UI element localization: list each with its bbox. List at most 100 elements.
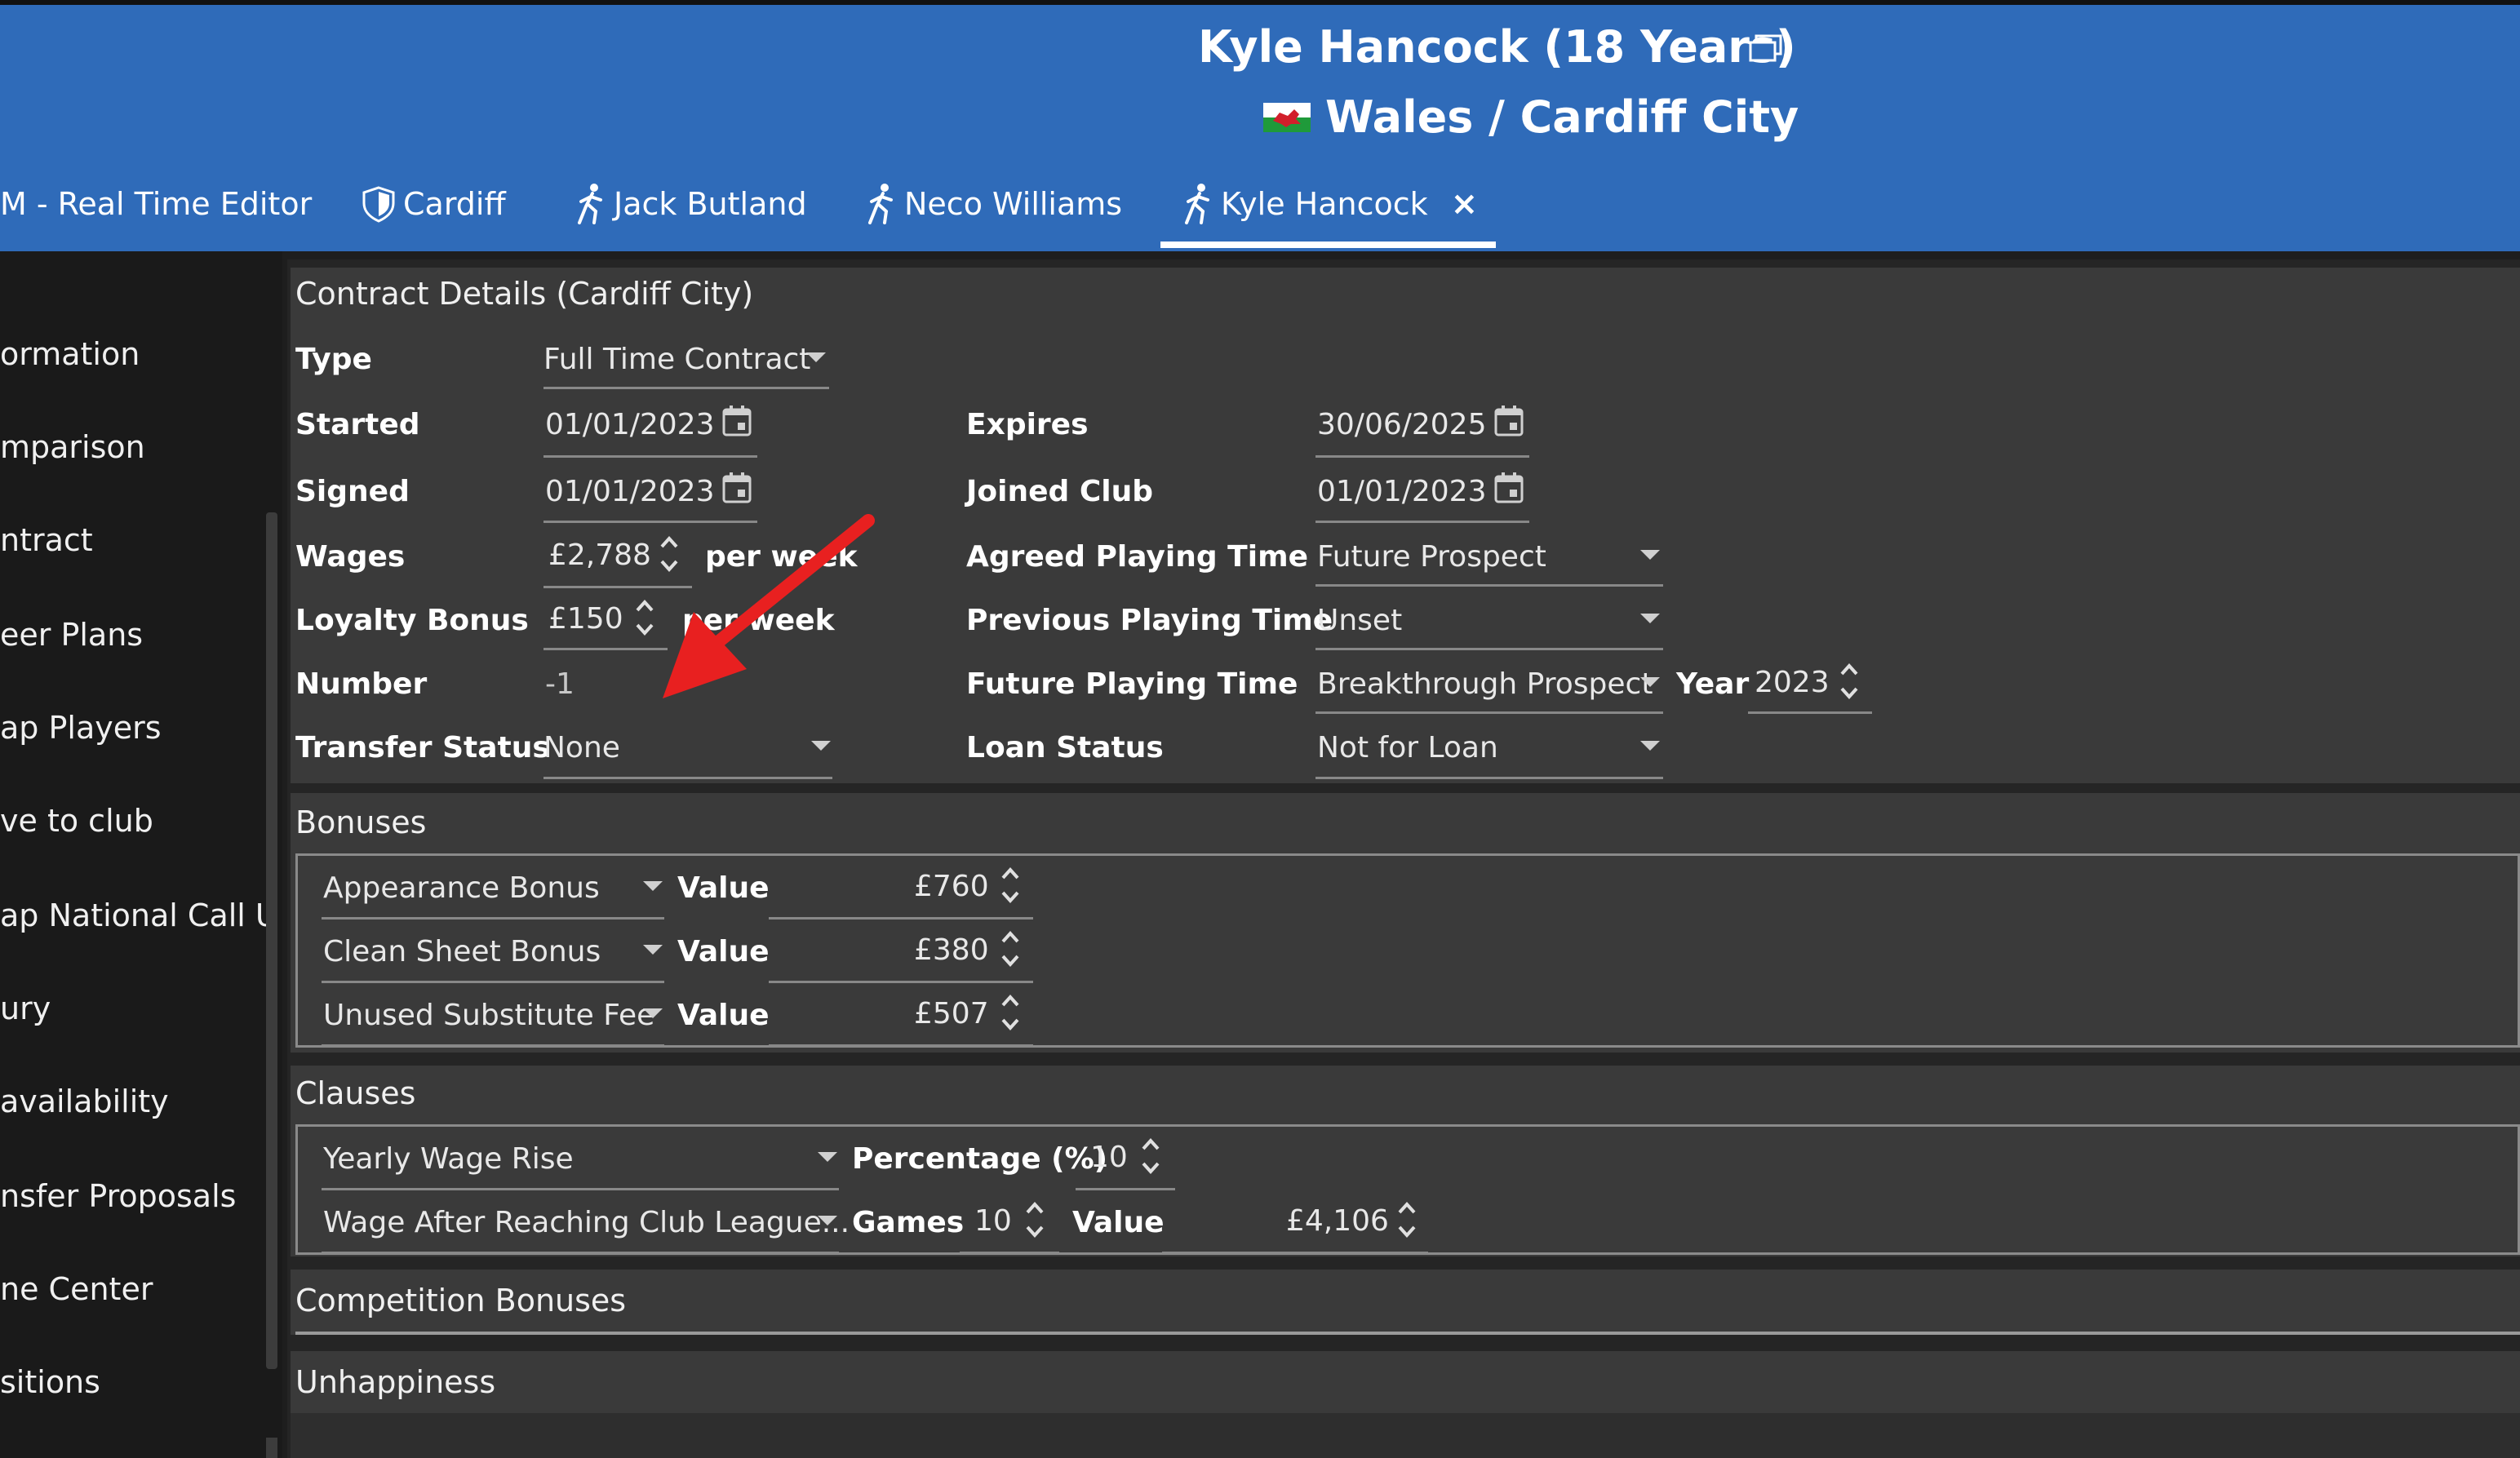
bonus-value-underline bbox=[769, 1044, 1033, 1047]
sidebar-item-injury[interactable]: ury bbox=[0, 990, 269, 1026]
calendar-icon[interactable] bbox=[1493, 472, 1524, 504]
expires-date-field[interactable]: 30/06/2025 bbox=[1317, 408, 1487, 441]
clause-type-underline bbox=[322, 1252, 839, 1254]
tab-label: Neco Williams bbox=[904, 186, 1123, 222]
chevron-down-icon[interactable] bbox=[818, 1216, 837, 1225]
calendar-icon[interactable] bbox=[721, 405, 752, 437]
sidebar-item-comparison[interactable]: mparison bbox=[0, 429, 269, 465]
sidebar-item-information[interactable]: ormation bbox=[0, 336, 269, 372]
running-player-icon bbox=[1185, 184, 1209, 224]
sidebar-item-move-to-club[interactable]: ve to club bbox=[0, 803, 269, 839]
sidebar-item-availability[interactable]: availability bbox=[0, 1084, 269, 1119]
close-tab-icon[interactable]: × bbox=[1451, 185, 1479, 223]
transfer-status-select[interactable]: None bbox=[543, 731, 620, 764]
sidebar-scrollbar[interactable] bbox=[266, 512, 277, 1369]
clause-value-label: Value bbox=[1072, 1206, 1165, 1239]
unhappiness-body bbox=[291, 1413, 2520, 1458]
year-input[interactable]: 2023 bbox=[1755, 666, 1830, 699]
calendar-icon[interactable] bbox=[1493, 405, 1524, 437]
page-title: Kyle Hancock (18 Years) bbox=[1198, 21, 1796, 73]
expires-underline bbox=[1315, 455, 1529, 458]
tab-neco-williams[interactable]: Neco Williams bbox=[862, 165, 1122, 243]
tab-cardiff[interactable]: Cardiff bbox=[361, 165, 506, 243]
clause-type-select[interactable]: Yearly Wage Rise bbox=[323, 1142, 574, 1176]
year-underline bbox=[1748, 711, 1872, 714]
loan-status-select[interactable]: Not for Loan bbox=[1317, 731, 1498, 764]
signed-date-field[interactable]: 01/01/2023 bbox=[545, 475, 715, 508]
joined-club-label: Joined Club bbox=[966, 475, 1153, 508]
percentage-label: Percentage (%) bbox=[852, 1142, 1108, 1176]
wales-flag-icon bbox=[1263, 102, 1311, 132]
games-label: Games bbox=[852, 1206, 965, 1239]
sidebar-item-phone-center[interactable]: ne Center bbox=[0, 1271, 269, 1307]
nation-club-subtitle: Wales / Cardiff City bbox=[1263, 91, 1799, 143]
bonus-value-underline bbox=[769, 981, 1033, 983]
percentage-input[interactable]: 10 bbox=[1090, 1141, 1128, 1174]
chevron-down-icon[interactable] bbox=[1640, 677, 1660, 687]
bonus-value-input[interactable]: £507 bbox=[914, 997, 989, 1030]
sidebar-item-swap-players[interactable]: ap Players bbox=[0, 710, 269, 746]
percentage-stepper-icon[interactable] bbox=[1139, 1132, 1162, 1180]
tab-real-time-editor[interactable]: M - Real Time Editor bbox=[0, 165, 312, 243]
previous-playing-time-select[interactable]: Unset bbox=[1317, 604, 1402, 637]
chevron-down-icon[interactable] bbox=[818, 1152, 837, 1162]
sidebar-item-national-call-up[interactable]: ap National Call Up bbox=[0, 897, 269, 933]
sidebar-scrollbar-bottom[interactable] bbox=[266, 1438, 277, 1458]
bonuses-title: Bonuses bbox=[295, 804, 427, 840]
joined-underline bbox=[1315, 521, 1529, 523]
games-stepper-icon[interactable] bbox=[1023, 1196, 1046, 1243]
agreed-playing-time-label: Agreed Playing Time bbox=[966, 540, 1308, 574]
future-underline bbox=[1315, 711, 1663, 714]
percentage-underline bbox=[1076, 1188, 1175, 1190]
chevron-down-icon[interactable] bbox=[811, 741, 831, 751]
chevron-down-icon[interactable] bbox=[806, 352, 826, 362]
bonus-value-input[interactable]: £760 bbox=[914, 870, 989, 903]
sidebar-item-positions[interactable]: sitions bbox=[0, 1364, 269, 1400]
previous-playing-time-label: Previous Playing Time bbox=[966, 604, 1333, 637]
red-arrow-annotation bbox=[663, 514, 875, 698]
bonus-type-select[interactable]: Unused Substitute Fee bbox=[323, 999, 654, 1032]
restore-window-icon[interactable] bbox=[1748, 34, 1784, 64]
contract-details-title: Contract Details (Cardiff City) bbox=[295, 276, 754, 312]
future-playing-time-label: Future Playing Time bbox=[966, 667, 1298, 701]
games-underline bbox=[960, 1252, 1059, 1254]
games-input[interactable]: 10 bbox=[974, 1204, 1012, 1238]
chevron-down-icon[interactable] bbox=[643, 945, 663, 955]
type-select[interactable]: Full Time Contract bbox=[543, 343, 810, 376]
chevron-down-icon[interactable] bbox=[643, 1008, 663, 1018]
clause-type-select[interactable]: Wage After Reaching Club League... bbox=[323, 1206, 850, 1239]
sidebar-item-transfer-proposals[interactable]: nsfer Proposals bbox=[0, 1178, 269, 1214]
chevron-down-icon[interactable] bbox=[643, 881, 663, 891]
subtitle-text: Wales / Cardiff City bbox=[1325, 91, 1799, 143]
sidebar-item-contract[interactable]: ntract bbox=[0, 522, 269, 558]
bonus-type-select[interactable]: Clean Sheet Bonus bbox=[323, 935, 601, 968]
loan-status-label: Loan Status bbox=[966, 731, 1164, 764]
bonus-stepper-icon[interactable] bbox=[999, 862, 1022, 909]
sidebar-item-career-plans[interactable]: eer Plans bbox=[0, 617, 269, 653]
bonus-value-input[interactable]: £380 bbox=[914, 933, 989, 967]
future-playing-time-select[interactable]: Breakthrough Prospect bbox=[1317, 667, 1653, 701]
tab-kyle-hancock[interactable]: Kyle Hancock × bbox=[1160, 165, 1497, 248]
started-label: Started bbox=[295, 408, 420, 441]
agreed-playing-time-select[interactable]: Future Prospect bbox=[1317, 540, 1546, 574]
type-label: Type bbox=[295, 343, 372, 376]
started-date-field[interactable]: 01/01/2023 bbox=[545, 408, 715, 441]
bonus-type-select[interactable]: Appearance Bonus bbox=[323, 871, 600, 905]
clause-type-underline bbox=[322, 1188, 839, 1190]
calendar-icon[interactable] bbox=[721, 472, 752, 504]
tab-jack-butland[interactable]: Jack Butland bbox=[571, 165, 807, 243]
clause-value-stepper-icon[interactable] bbox=[1395, 1196, 1418, 1243]
competition-bonuses-border bbox=[295, 1332, 2520, 1335]
loyalty-bonus-input[interactable]: £150 bbox=[548, 602, 623, 636]
signed-label: Signed bbox=[295, 475, 410, 508]
chevron-down-icon[interactable] bbox=[1640, 550, 1660, 560]
chevron-down-icon[interactable] bbox=[1640, 614, 1660, 623]
loyalty-bonus-label: Loyalty Bonus bbox=[295, 604, 529, 637]
year-stepper-icon[interactable] bbox=[1838, 658, 1861, 705]
bonus-stepper-icon[interactable] bbox=[999, 989, 1022, 1036]
chevron-down-icon[interactable] bbox=[1640, 741, 1660, 751]
clause-value-input[interactable]: £4,106 bbox=[1286, 1204, 1389, 1238]
expires-label: Expires bbox=[966, 408, 1089, 441]
bonus-stepper-icon[interactable] bbox=[999, 925, 1022, 973]
joined-club-date-field[interactable]: 01/01/2023 bbox=[1317, 475, 1487, 508]
